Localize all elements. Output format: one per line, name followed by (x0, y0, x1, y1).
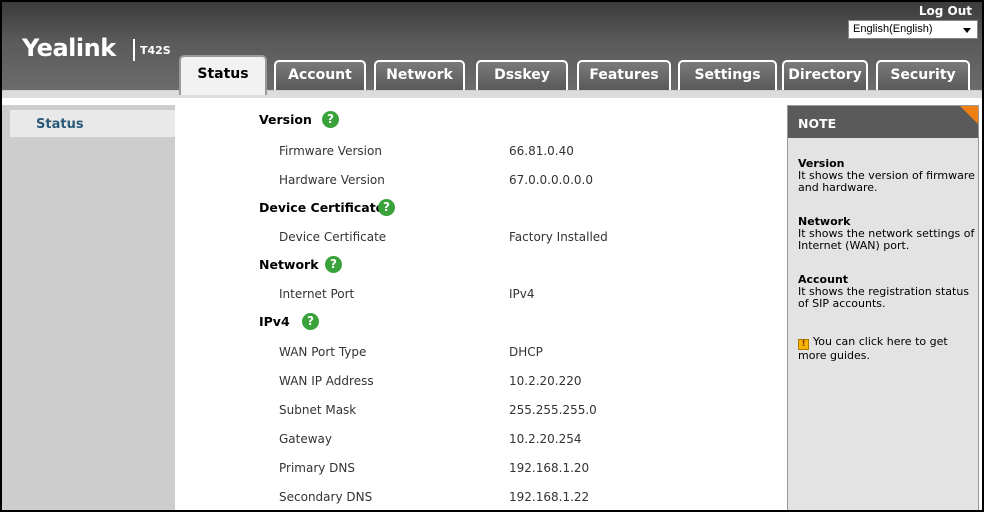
field-label: Gateway (279, 432, 333, 446)
field-row-secondary-dns: Secondary DNS 192.168.1.22 (175, 483, 779, 510)
field-label: Primary DNS (279, 461, 356, 475)
page-frame: Yealink T42S Log Out English(English) St… (0, 0, 984, 512)
header-bar: Yealink T42S Log Out English(English) St… (2, 2, 982, 95)
field-row-internet-port: Internet Port IPv4 (175, 280, 779, 308)
field-row-wan-port-type: WAN Port Type DHCP (175, 338, 779, 366)
field-row-firmware: Firmware Version 66.81.0.40 (175, 137, 779, 165)
note-title: NOTE (798, 116, 837, 131)
note-guide-text[interactable]: You can click here to get more guides. (798, 335, 948, 362)
note-item-text: It shows the version of firmware and har… (798, 169, 975, 194)
help-icon[interactable]: ? (325, 256, 342, 273)
field-label: Subnet Mask (279, 403, 357, 417)
field-value: 10.2.20.254 (509, 432, 582, 446)
language-value: English(English) (853, 23, 933, 35)
field-row-subnet-mask: Subnet Mask 255.255.255.0 (175, 396, 779, 424)
field-value: 67.0.0.0.0.0.0 (509, 173, 593, 187)
note-item-version: Version It shows the version of firmware… (798, 158, 976, 194)
field-label: Device Certificate (279, 230, 387, 244)
help-icon[interactable]: ? (302, 313, 319, 330)
tab-account[interactable]: Account (274, 60, 366, 90)
note-item-text: It shows the network settings of Interne… (798, 227, 975, 252)
note-guide-link[interactable]: ! You can click here to get more guides. (798, 336, 976, 362)
tab-features[interactable]: Features (577, 60, 671, 90)
model-label: T42S (140, 44, 171, 57)
note-panel: NOTE Version It shows the version of fir… (787, 105, 979, 510)
field-label: Hardware Version (279, 173, 385, 187)
field-row-device-certificate: Device Certificate Factory Installed (175, 223, 779, 251)
field-label: Firmware Version (279, 144, 382, 158)
field-value: 255.255.255.0 (509, 403, 597, 417)
dropdown-arrow-icon (963, 28, 971, 33)
note-item-account: Account It shows the registration status… (798, 274, 976, 310)
field-value: Factory Installed (509, 230, 608, 244)
field-label: WAN IP Address (279, 374, 374, 388)
tab-dsskey[interactable]: Dsskey (476, 60, 568, 90)
section-header-network: Network ? (175, 251, 779, 279)
language-select[interactable]: English(English) (848, 20, 978, 39)
field-label: Secondary DNS (279, 490, 373, 504)
tab-network[interactable]: Network (374, 60, 465, 90)
note-item-network: Network It shows the network settings of… (798, 216, 976, 252)
tab-settings[interactable]: Settings (678, 60, 777, 90)
field-value: 10.2.20.220 (509, 374, 582, 388)
note-header: NOTE (788, 106, 978, 138)
sidebar-item-status[interactable]: Status (10, 110, 175, 137)
section-title: Device Certificate (259, 200, 385, 215)
field-label: WAN Port Type (279, 345, 367, 359)
section-title: Network (259, 257, 319, 272)
field-value: 66.81.0.40 (509, 144, 574, 158)
help-icon[interactable]: ? (322, 111, 339, 128)
field-value: 192.168.1.20 (509, 461, 590, 475)
tab-underline-band (2, 90, 982, 98)
logout-link[interactable]: Log Out (919, 4, 972, 18)
tab-directory[interactable]: Directory (782, 60, 868, 90)
section-title: Version (259, 112, 312, 127)
section-title: IPv4 (259, 314, 290, 329)
field-value: 192.168.1.22 (509, 490, 590, 504)
field-value: DHCP (509, 345, 543, 359)
note-corner-icon (960, 106, 978, 124)
status-content: Version ? Firmware Version 66.81.0.40 Ha… (175, 98, 779, 510)
help-icon[interactable]: ? (378, 199, 395, 216)
field-row-wan-ip-address: WAN IP Address 10.2.20.220 (175, 367, 779, 395)
note-item-text: It shows the registration status of SIP … (798, 285, 970, 310)
sidebar: Status (2, 105, 175, 510)
field-row-gateway: Gateway 10.2.20.254 (175, 425, 779, 453)
section-header-version: Version ? (175, 106, 779, 134)
field-label: Internet Port (279, 287, 355, 301)
logo-divider (133, 39, 135, 61)
brand-logo: Yealink (22, 34, 116, 62)
section-header-certificate: Device Certificate ? (175, 194, 779, 222)
tab-status[interactable]: Status (179, 55, 267, 95)
field-row-primary-dns: Primary DNS 192.168.1.20 (175, 454, 779, 482)
section-header-ipv4: IPv4 ? (175, 308, 779, 336)
tab-security[interactable]: Security (876, 60, 970, 90)
field-value: IPv4 (509, 287, 535, 301)
field-row-hardware: Hardware Version 67.0.0.0.0.0.0 (175, 166, 779, 194)
